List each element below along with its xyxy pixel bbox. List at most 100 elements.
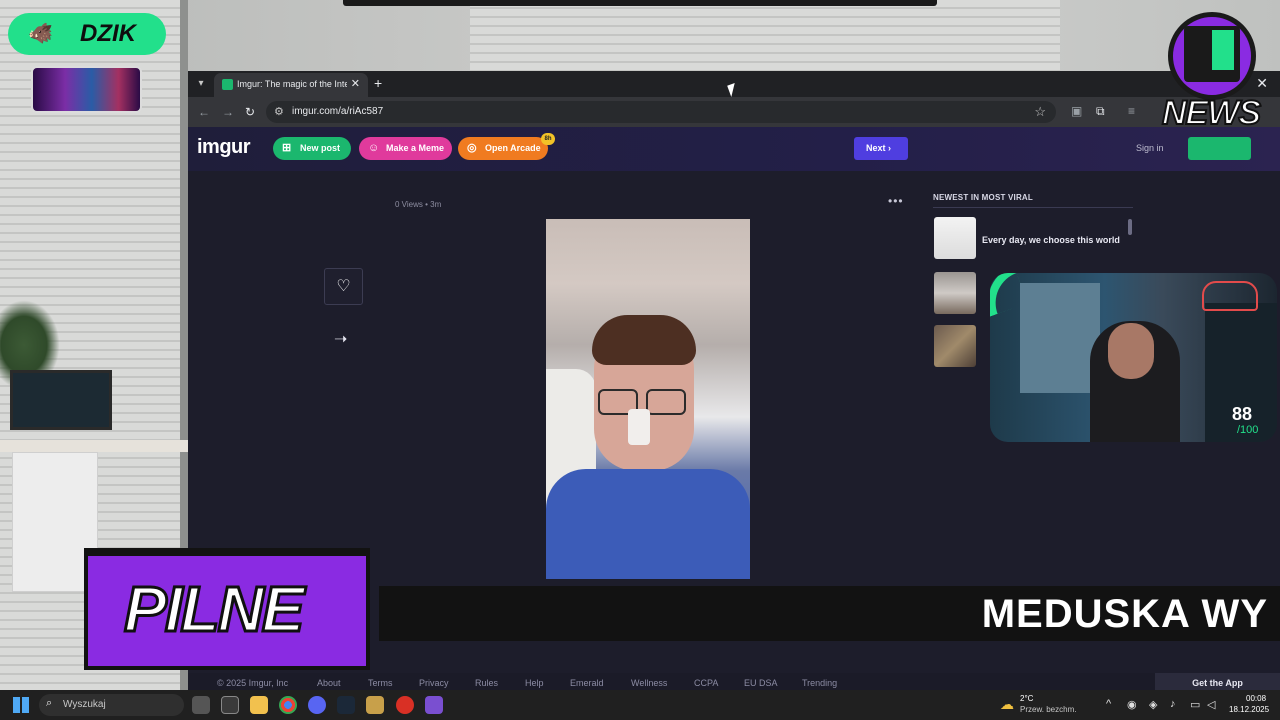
breaking-news-label: PILNE [122, 572, 305, 647]
windows-taskbar: ⌕ Wyszukaj ☁ 2°C Przew. bezchm. ^ ◉ ◈ ♪ … [0, 690, 1280, 720]
search-placeholder: Wyszukaj [63, 699, 106, 710]
sign-in-link[interactable]: Sign in [1136, 143, 1164, 153]
viral-thumb[interactable] [934, 272, 976, 314]
sidebar-scrollbar[interactable] [1128, 219, 1132, 235]
microphone-icon[interactable]: ♪ [1170, 698, 1176, 710]
footer-link-eu-dsa[interactable]: EU DSA [744, 678, 778, 688]
news-ticker: MEDUSKA WY [379, 586, 1280, 641]
chrome-icon[interactable] [279, 696, 297, 714]
footer-link-rules[interactable]: Rules [475, 678, 498, 688]
footer-link-privacy[interactable]: Privacy [419, 678, 449, 688]
puzzle-icon[interactable]: ⧉ [1096, 104, 1105, 119]
browser-toolbar: ← → ↻ ⚙ imgur.com/a/riAc587 ☆ ▣ ⧉ ≡ [188, 97, 1280, 127]
app-icon[interactable] [396, 696, 414, 714]
extension-icon[interactable]: ▣ [1071, 104, 1082, 118]
discord-tray-icon[interactable]: ◉ [1127, 698, 1137, 711]
back-arrow-icon[interactable]: ← [198, 105, 210, 119]
app-icon[interactable] [366, 696, 384, 714]
boar-icon: 🐗 [28, 23, 53, 45]
news-logo: NEWS [1161, 12, 1262, 152]
footer-link-wellness[interactable]: Wellness [631, 678, 667, 688]
news-logo-accent [1212, 30, 1234, 70]
webcam-window [1020, 283, 1100, 393]
volume-icon[interactable]: ◁ [1207, 698, 1215, 711]
arcade-badge: 8h [541, 133, 555, 145]
footer-link-emerald[interactable]: Emerald [570, 678, 604, 688]
menu-icon[interactable]: ≡ [1128, 104, 1135, 118]
tab-search-chevron-icon[interactable]: ▾ [194, 77, 208, 91]
image-hair [592, 315, 696, 365]
steam-icon[interactable] [337, 696, 355, 714]
heart-icon[interactable]: ♡ [324, 268, 363, 305]
taskbar-search[interactable]: ⌕ Wyszukaj [39, 694, 184, 716]
network-icon[interactable]: ▭ [1190, 698, 1200, 711]
url-text[interactable]: imgur.com/a/riAc587 [292, 106, 383, 117]
reload-icon[interactable]: ↻ [245, 105, 255, 119]
discord-icon[interactable] [308, 696, 326, 714]
footer-link-help[interactable]: Help [525, 678, 544, 688]
chevron-up-icon[interactable]: ^ [1106, 698, 1111, 710]
viral-thumb[interactable] [934, 325, 976, 367]
footer-link-about[interactable]: About [317, 678, 341, 688]
imgur-favicon-icon [222, 79, 233, 90]
steam-tray-icon[interactable]: ◈ [1149, 698, 1157, 711]
ticker-text: MEDUSKA WY [981, 592, 1268, 636]
weather-desc[interactable]: Przew. bezchm. [1020, 705, 1076, 714]
app-icon[interactable] [425, 696, 443, 714]
search-icon: ⌕ [46, 697, 53, 709]
meme-icon: ☺ [368, 142, 380, 154]
next-button[interactable]: Next › [854, 137, 908, 160]
breaking-news-panel: PILNE [88, 556, 366, 666]
new-post-label: New post [300, 143, 341, 153]
arrow-right-icon[interactable]: ➝ [334, 329, 347, 349]
tab-title: Imgur: The magic of the Interne [237, 79, 347, 89]
make-meme-button[interactable]: ☺ Make a Meme [359, 137, 452, 160]
viral-thumb[interactable] [934, 217, 976, 259]
post-meta: 0 Views • 3m [395, 200, 442, 209]
more-options-icon[interactable]: ••• [888, 194, 904, 208]
neon-boar-sign [1202, 281, 1258, 311]
footer-link-ccpa[interactable]: CCPA [694, 678, 718, 688]
breaking-news-box: PILNE [84, 548, 370, 670]
task-view-icon[interactable] [192, 696, 210, 714]
weather-icon[interactable]: ☁ [1000, 696, 1014, 713]
weather-temp[interactable]: 2°C [1020, 694, 1033, 703]
browser-tab-active[interactable]: Imgur: The magic of the Interne ✕ [214, 73, 368, 97]
clock-time[interactable]: 00:08 [1246, 694, 1266, 703]
section-divider [933, 207, 1133, 208]
open-arcade-button[interactable]: ◎ Open Arcade [458, 137, 548, 160]
imgur-logo[interactable]: imgur [197, 136, 251, 159]
forward-arrow-icon[interactable]: → [222, 105, 234, 119]
windows-start-icon[interactable] [13, 697, 29, 713]
tab-close-icon[interactable]: ✕ [351, 77, 360, 90]
post-image[interactable] [546, 219, 750, 579]
address-bar[interactable]: ⚙ imgur.com/a/riAc587 ☆ [266, 101, 1056, 123]
overlay-thumbnail [31, 66, 142, 113]
next-label: Next [866, 143, 886, 153]
clock-date[interactable]: 18.12.2025 [1229, 705, 1269, 714]
imgur-header: imgur ⊞ New post ☺ Make a Meme ◎ Open Ar… [188, 127, 1280, 171]
footer-link-terms[interactable]: Terms [368, 678, 393, 688]
gamepad-icon: ◎ [467, 142, 477, 154]
new-post-button[interactable]: ⊞ New post [273, 137, 351, 160]
score-max: /100 [1237, 424, 1259, 436]
plus-icon: ⊞ [282, 142, 292, 154]
footer-link-trending[interactable]: Trending [802, 678, 837, 688]
background-monitor [10, 370, 112, 430]
score-value: 88 [1232, 404, 1253, 424]
open-arcade-label: Open Arcade [485, 143, 541, 153]
news-label: NEWS [1161, 93, 1262, 133]
new-tab-plus-icon[interactable]: + [374, 75, 382, 91]
site-info-icon[interactable]: ⚙ [274, 105, 284, 118]
newest-heading: NEWEST IN MOST VIRAL [933, 193, 1033, 202]
make-meme-label: Make a Meme [386, 143, 445, 153]
viral-title[interactable]: Every day, we choose this world [982, 235, 1120, 245]
channel-badge: 🐗 DZIK [8, 13, 166, 55]
chevron-right-icon: › [888, 143, 892, 153]
star-icon[interactable]: ☆ [1034, 104, 1046, 120]
image-bandage [628, 409, 650, 445]
app-icon[interactable] [221, 696, 239, 714]
streamer-face [1108, 323, 1154, 379]
desk [0, 440, 190, 452]
file-explorer-icon[interactable] [250, 696, 268, 714]
